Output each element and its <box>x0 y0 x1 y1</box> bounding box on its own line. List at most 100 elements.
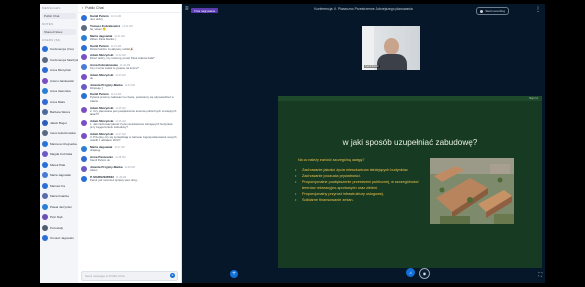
avatar <box>42 235 48 242</box>
user-name: Pozostały <box>50 225 64 230</box>
chat-message: Adam Miczyński 11:43 AM ok <box>78 72 181 82</box>
avatar <box>81 133 87 139</box>
slide-bullet: Zachowanie jakości życia mieszkańców ist… <box>295 168 432 173</box>
chat-message-body: Adam Miczyński 11:46 AM 1. Jak zachować ja… <box>90 119 178 130</box>
chat-message: Adam Miczyński 11:47 AM 3. Przepisy czy si… <box>78 131 181 144</box>
webcam-name-tag: Kamil Pelsim <box>364 65 380 68</box>
user-list-item[interactable]: Irena Gołuchowska <box>40 128 78 139</box>
chat-text: 2. Czy planowane jest powiększenie teren… <box>90 108 177 117</box>
avatar <box>42 140 48 147</box>
user-list-item[interactable]: Konferencja Skarżyska <box>40 55 78 66</box>
slide-title: w jaki sposób uzupełniać zabudowę? <box>342 138 478 147</box>
users-header: USERS (54) <box>42 38 61 42</box>
chevron-left-icon[interactable]: ‹ <box>82 6 83 10</box>
start-recording-button[interactable]: Start recording <box>476 7 509 15</box>
webcam-door <box>362 26 374 70</box>
shared-notes-label: Shared Notes <box>44 30 63 34</box>
participant-torso <box>377 54 407 70</box>
messages-header: MESSAGES <box>42 6 61 10</box>
avatar <box>81 146 87 153</box>
chat-text: ha, witam 🙂 <box>90 26 107 31</box>
user-list-item[interactable]: Antoni Janikowski <box>40 76 78 87</box>
public-chat-label: Public Chat <box>44 14 60 18</box>
chat-timestamp: 11:41 AM <box>110 15 122 19</box>
slide-number: Slajd 14 <box>528 97 538 100</box>
chat-message: Adam Miczyński 11:46 AM 1. Jak zachować ja… <box>78 118 181 131</box>
chat-message-body: Tomasz Kobrakowicz 11:41 AM ha, witam 🙂 <box>90 24 178 31</box>
users-sidebar: MESSAGES Public Chat NOTES Shared Notes … <box>40 4 79 283</box>
slide-top-strip <box>278 96 542 101</box>
user-list-item[interactable]: Magda Kozińska <box>40 149 78 160</box>
slide-bullet: Solidarne finansowanie zmian. <box>295 198 432 203</box>
user-list-item[interactable]: Pozostały <box>40 223 78 234</box>
user-list-item[interactable]: Anna Jaworska <box>40 86 78 97</box>
avatar <box>42 151 48 158</box>
user-name: Maria Jagowiak <box>50 173 71 178</box>
avatar <box>81 44 87 51</box>
chat-author: Adam Miczyński <box>90 72 114 77</box>
avatar <box>42 46 48 53</box>
user-name: Konferencja (You) <box>50 47 74 52</box>
avatar <box>42 56 48 63</box>
more-options-icon[interactable]: ⋮ <box>535 6 541 13</box>
user-name: Tomasz Jagowski <box>50 236 74 241</box>
fullscreen-icon[interactable]: ⛶ <box>538 272 542 278</box>
chat-timestamp: 11:43 AM <box>124 83 135 87</box>
user-name: Paweł Jarzyński <box>50 204 72 209</box>
user-list-item[interactable]: Barbara Sikora <box>40 107 78 118</box>
user-list-item[interactable]: Anna Maks <box>40 97 78 108</box>
webcam-video[interactable]: Kamil Pelsim <box>362 26 420 70</box>
chat-text: dziękuję <box>90 148 101 153</box>
avatar <box>81 64 87 71</box>
user-name: Barbara Sikora <box>50 110 71 115</box>
user-list-item[interactable]: Maria Jagowiak <box>40 170 78 181</box>
user-name: Konferencja Skarżyska <box>50 57 78 62</box>
user-list-item[interactable]: Marzena Chojnacka <box>40 139 78 150</box>
user-list-item[interactable]: Piotr Dąb <box>40 212 78 223</box>
record-icon <box>480 9 484 13</box>
avatar <box>42 130 48 137</box>
user-name: Anna Miczyński <box>50 68 71 73</box>
chat-input[interactable]: Send message to Public Chat ➤ <box>81 271 178 281</box>
user-list-item[interactable]: Paweł Jarzyński <box>40 202 78 213</box>
user-list-item[interactable]: Konferencja (You) <box>40 44 78 55</box>
send-icon[interactable]: ➤ <box>170 273 175 278</box>
user-list-item[interactable]: Jakub Bogut <box>40 118 78 129</box>
plus-icon[interactable]: + <box>230 270 238 278</box>
avatar <box>81 54 87 61</box>
avatar <box>42 77 48 84</box>
notes-header: NOTES <box>42 22 54 26</box>
avatar <box>42 203 48 210</box>
user-list-item[interactable]: Mariusz Ka <box>40 181 78 192</box>
chat-text: Dzień dobry, czy możemy prosić Pana Adam… <box>90 56 155 61</box>
chat-text: witam <box>90 167 98 172</box>
chat-message-body: Kamil Pelsim 11:44 AM Pytania prosimy zada… <box>90 92 178 103</box>
user-list-item[interactable]: Tomasz Jagowski <box>40 233 78 244</box>
avatar <box>81 24 87 31</box>
user-list-item[interactable]: Maria Ksiazka <box>40 191 78 202</box>
chat-message: P. MARSZEWSKI 11:49 AM Kamil, jak rozumieć… <box>78 173 181 183</box>
chat-message: Adam Miczyński 11:42 AM Dzień dobry, czy m… <box>78 52 181 62</box>
headphones-icon[interactable]: ♫ <box>406 268 415 277</box>
slide-bullets: Zachowanie jakości życia mieszkańców ist… <box>292 168 432 204</box>
chat-message-body: Kamil Pelsim 11:41 AM niec dobry <box>90 14 178 21</box>
chat-text: Dzieki bardzo za aktywny udział 🎉 <box>90 46 134 51</box>
chat-timestamp: 11:41 AM <box>122 24 133 28</box>
chat-message-body: Adam Miczyński 11:42 AM Dzień dobry, czy m… <box>90 53 178 60</box>
user-name: Irena Gołuchowska <box>50 131 76 136</box>
user-list-item[interactable]: Marek Ptak <box>40 160 78 171</box>
shared-notes-button[interactable]: Shared Notes <box>42 29 76 35</box>
avatar <box>81 34 87 41</box>
chat-message-body: Anna Kobrakowska 11:42 AM Czy można zadać … <box>90 63 178 70</box>
camera-icon[interactable]: ◉ <box>419 268 430 279</box>
avatar <box>42 182 48 189</box>
avatar <box>81 119 87 126</box>
avatar <box>81 155 87 162</box>
chat-title: ‹ Public Chat <box>78 4 181 13</box>
chat-timestamp: 11:43 AM <box>115 73 126 77</box>
chat-message-body: Adam Miczyński 11:47 AM 3. Przepisy czy si… <box>90 132 178 143</box>
slide-bullet: Proporcjonalne powiększenie przestrzeni … <box>295 180 432 190</box>
public-chat-button[interactable]: Public Chat <box>42 13 76 19</box>
avatar <box>42 161 48 168</box>
user-list-item[interactable]: Anna Miczyński <box>40 65 78 76</box>
